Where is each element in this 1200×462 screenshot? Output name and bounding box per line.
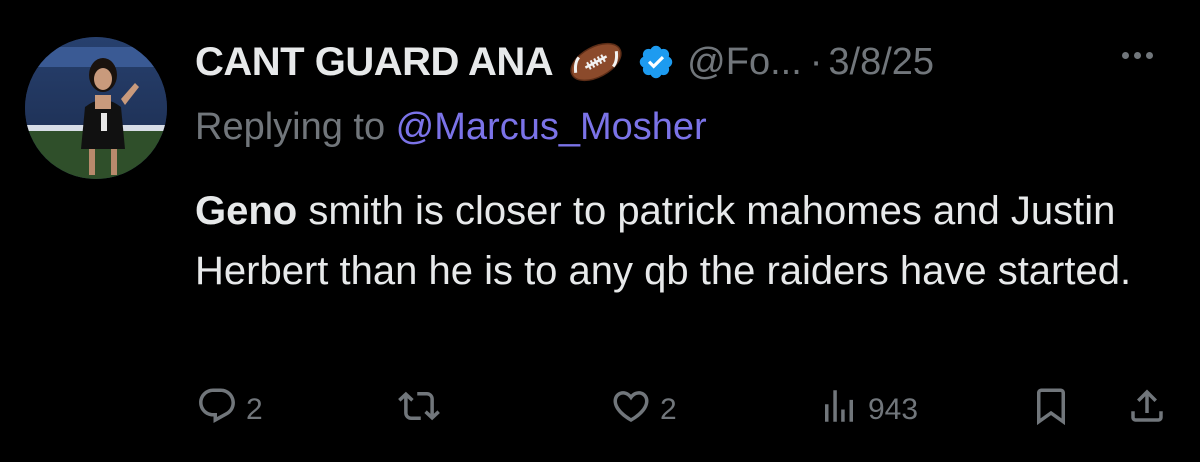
reply-button[interactable]: 2	[196, 385, 263, 435]
tweet[interactable]: CANT GUARD ANA @Fo... · 3/8/25 Replying …	[0, 0, 1200, 462]
retweet-icon	[398, 385, 440, 435]
tweet-body: Geno smith is closer to patrick mahomes …	[195, 181, 1175, 301]
reply-icon	[196, 385, 238, 435]
display-name[interactable]: CANT GUARD ANA	[195, 40, 554, 85]
share-icon	[1126, 385, 1168, 435]
tweet-date[interactable]: 3/8/25	[828, 41, 934, 84]
like-count: 2	[660, 393, 677, 426]
verified-badge-icon[interactable]	[637, 43, 675, 81]
views-bar-chart-icon	[818, 385, 860, 435]
avatar[interactable]	[25, 37, 167, 179]
share-button[interactable]	[1126, 385, 1168, 435]
action-bar: 2 2 943	[0, 385, 1200, 435]
retweet-button[interactable]	[398, 385, 448, 435]
bookmark-button[interactable]	[1030, 385, 1072, 435]
reply-count: 2	[246, 393, 263, 426]
tweet-header: CANT GUARD ANA @Fo... · 3/8/25	[195, 38, 934, 86]
more-dots-icon[interactable]	[1122, 52, 1153, 59]
reply-mention-link[interactable]: @Marcus_Mosher	[396, 106, 707, 148]
like-button[interactable]: 2	[610, 385, 677, 435]
user-handle[interactable]: @Fo...	[687, 41, 802, 84]
american-football-icon	[567, 42, 625, 82]
bookmark-icon	[1030, 385, 1072, 435]
tweet-body-bold: Geno	[195, 189, 298, 233]
reply-context: Replying to @Marcus_Mosher	[195, 106, 707, 149]
views-count: 943	[868, 393, 919, 426]
heart-icon	[610, 385, 652, 435]
views-button[interactable]: 943	[818, 385, 918, 435]
separator-dot: ·	[809, 40, 823, 83]
tweet-body-text: smith is closer to patrick mahomes and J…	[195, 189, 1132, 293]
reply-prefix: Replying to	[195, 106, 396, 148]
